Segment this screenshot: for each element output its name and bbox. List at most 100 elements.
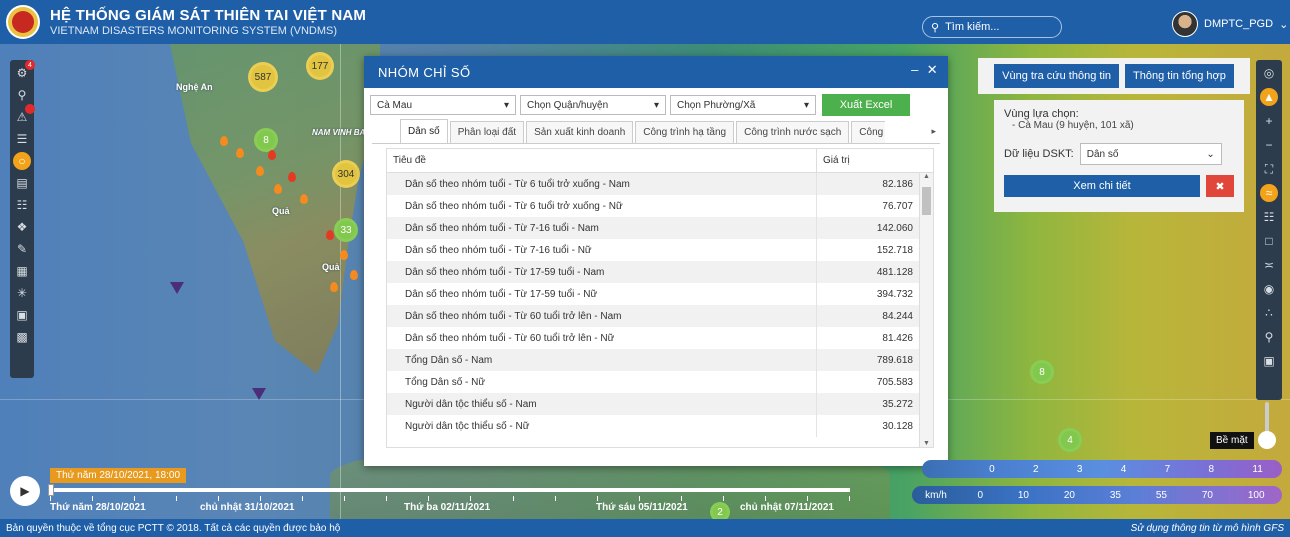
map-cluster[interactable]: 304 — [332, 160, 360, 188]
map-icon[interactable]: ▦ — [13, 262, 31, 280]
table-row[interactable]: Dân số theo nhóm tuổi - Từ 17-59 tuổi - … — [387, 261, 921, 283]
search-placeholder: Tìm kiếm... — [945, 21, 1000, 33]
road-icon[interactable]: ▲ — [1260, 88, 1278, 106]
table-row[interactable]: Dân số theo nhóm tuổi - Từ 17-59 tuổi - … — [387, 283, 921, 305]
minimize-icon[interactable]: – — [911, 62, 919, 78]
crosshair-icon[interactable]: ◎ — [1260, 64, 1278, 82]
fire-icon[interactable] — [236, 148, 244, 158]
graph-icon[interactable]: ∴ — [1260, 304, 1278, 322]
pin-icon[interactable]: ◉ — [1260, 280, 1278, 298]
fire-icon[interactable] — [330, 282, 338, 292]
calculator-icon[interactable]: ▩ — [13, 328, 31, 346]
table-row[interactable]: Dân số theo nhóm tuổi - Từ 7-16 tuổi - N… — [387, 217, 921, 239]
table-row[interactable]: Dân số theo nhóm tuổi - Từ 6 tuổi trở xu… — [387, 173, 921, 195]
map-cluster[interactable]: 177 — [306, 52, 334, 80]
fire-icon[interactable] — [340, 250, 348, 260]
layers-alt-icon[interactable]: ☷ — [13, 196, 31, 214]
tab-land[interactable]: Phân loại đất — [449, 121, 525, 143]
tab-more[interactable]: Công — [851, 121, 886, 143]
district-select[interactable]: Chọn Quận/huyện ▾ — [520, 95, 666, 115]
location-icon[interactable]: ❖ — [13, 218, 31, 236]
map-cluster[interactable]: 8 — [1030, 360, 1054, 384]
stack-icon[interactable]: ☰ — [13, 130, 31, 148]
table-row[interactable]: Người dân tộc thiểu số - Nữ 30.128 — [387, 415, 921, 437]
table-row[interactable]: Tổng Dân số - Nam 789.618 — [387, 349, 921, 371]
summary-button[interactable]: Thông tin tổng hợp — [1125, 64, 1234, 88]
fire-icon[interactable] — [300, 194, 308, 204]
warning-icon[interactable]: ⚠ — [13, 104, 35, 126]
beaufort-value: 3 — [1076, 463, 1083, 475]
zoom-out-icon[interactable]: − — [1260, 136, 1278, 154]
tab-infrastructure[interactable]: Công trình hạ tầng — [635, 121, 735, 143]
search-zoom-icon[interactable]: ⚲ — [1260, 328, 1278, 346]
zoom-region-icon[interactable]: ⚲ — [13, 86, 31, 104]
view-detail-button[interactable]: Xem chi tiết — [1004, 175, 1200, 197]
region-value: - Cà Mau (9 huyện, 101 xã) — [1012, 120, 1134, 131]
storm-icon[interactable]: ○ — [13, 152, 31, 170]
wind-value: 20 — [1063, 489, 1075, 501]
fire-icon[interactable] — [268, 150, 276, 160]
clear-selection-button[interactable]: ✖ — [1206, 175, 1234, 197]
play-button[interactable]: ▶ — [10, 476, 40, 506]
export-excel-button[interactable]: Xuất Excel — [822, 94, 910, 116]
tab-population[interactable]: Dân số — [400, 119, 448, 143]
fire-icon[interactable] — [256, 166, 264, 176]
weather-icon[interactable]: ≈ — [1260, 184, 1278, 202]
map-cluster[interactable]: 33 — [334, 218, 358, 242]
fire-icon[interactable] — [288, 172, 296, 182]
edit-icon[interactable]: ✎ — [13, 240, 31, 258]
wave-icon[interactable]: ≍ — [1260, 256, 1278, 274]
row-title: Dân số theo nhóm tuổi - Từ 7-16 tuổi - N… — [387, 239, 817, 261]
fire-icon[interactable] — [326, 230, 334, 240]
zoom-in-icon[interactable]: + — [1260, 112, 1278, 130]
table-row[interactable]: Người dân tộc thiểu số - Nam 35.272 — [387, 393, 921, 415]
table-row[interactable]: Tổng Dân số - Nữ 705.583 — [387, 371, 921, 393]
search-icon: ⚲ — [931, 21, 940, 34]
document-icon[interactable]: ▤ — [13, 174, 31, 192]
scroll-up-icon[interactable]: ▲ — [923, 173, 930, 180]
tab-clean-water[interactable]: Công trình nước sạch — [736, 121, 850, 143]
tab-scroll-right-icon[interactable]: ▸ — [931, 126, 936, 137]
book-icon[interactable]: ▣ — [1260, 352, 1278, 370]
map-cluster[interactable]: 4 — [1058, 428, 1082, 452]
ward-select[interactable]: Chọn Phường/Xã ▾ — [670, 95, 816, 115]
search-input[interactable]: ⚲ Tìm kiếm... — [922, 16, 1062, 38]
row-title: Tổng Dân số - Nữ — [387, 371, 817, 393]
user-menu[interactable]: DMPTC_PGD ⌄ — [1172, 11, 1288, 37]
side-panel-actions: Vùng tra cứu thông tin Thông tin tổng hợ… — [978, 58, 1250, 94]
row-title: Dân số theo nhóm tuổi - Từ 6 tuổi trở xu… — [387, 173, 817, 195]
tab-business[interactable]: Sản xuất kinh doanh — [526, 121, 634, 143]
fire-icon[interactable] — [350, 270, 358, 280]
trash-icon[interactable]: ▣ — [13, 306, 31, 324]
scroll-thumb[interactable] — [922, 187, 931, 215]
fire-icon[interactable] — [220, 136, 228, 146]
dskt-select[interactable]: Dân số ⌄ — [1079, 143, 1222, 165]
timeline-track[interactable] — [48, 484, 850, 496]
table-row[interactable]: Dân số theo nhóm tuổi - Từ 6 tuổi trở xu… — [387, 195, 921, 217]
table-body: Dân số theo nhóm tuổi - Từ 6 tuổi trở xu… — [387, 173, 921, 437]
storm-marker-icon[interactable] — [252, 388, 266, 400]
rain-icon[interactable]: ☷ — [1260, 208, 1278, 226]
fire-icon[interactable] — [274, 184, 282, 194]
level-icon[interactable]: □ — [1260, 232, 1278, 250]
surface-toggle[interactable] — [1258, 431, 1276, 449]
storm-marker-icon[interactable] — [170, 282, 184, 294]
table-row[interactable]: Dân số theo nhóm tuổi - Từ 60 tuổi trở l… — [387, 305, 921, 327]
map-cluster[interactable]: 8 — [254, 128, 278, 152]
timeline-handle[interactable] — [48, 484, 54, 496]
surface-slider-track[interactable] — [1265, 402, 1269, 432]
layers-icon[interactable]: ⚙ 4 — [13, 60, 35, 82]
scroll-down-icon[interactable]: ▼ — [923, 440, 930, 447]
network-icon[interactable]: ✳ — [13, 284, 31, 302]
table-row[interactable]: Dân số theo nhóm tuổi - Từ 7-16 tuổi - N… — [387, 239, 921, 261]
logo-icon — [6, 5, 40, 39]
close-icon[interactable]: ✕ — [927, 62, 938, 78]
beaufort-value: 0 — [989, 463, 995, 475]
table-scrollbar[interactable]: ▲ ▼ — [919, 173, 933, 447]
fullscreen-icon[interactable]: ⛶ — [1260, 160, 1278, 178]
notification-badge: 4 — [25, 60, 35, 70]
table-row[interactable]: Dân số theo nhóm tuổi - Từ 60 tuổi trở l… — [387, 327, 921, 349]
province-select[interactable]: Cà Mau ▾ — [370, 95, 516, 115]
lookup-region-button[interactable]: Vùng tra cứu thông tin — [994, 64, 1120, 88]
map-cluster[interactable]: 587 — [248, 62, 278, 92]
